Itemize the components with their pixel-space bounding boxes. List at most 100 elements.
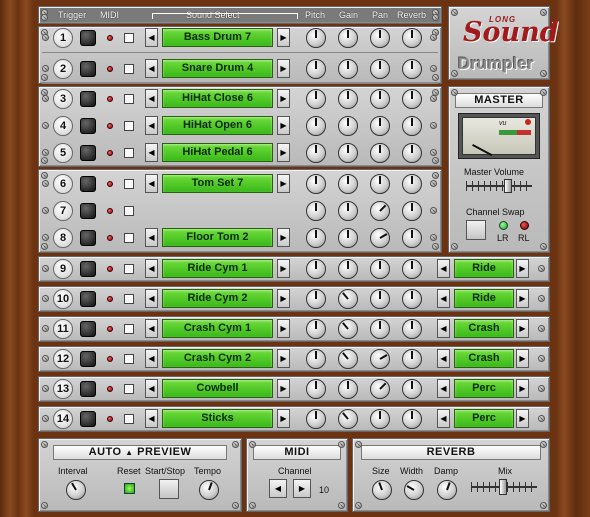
pan-knob[interactable] xyxy=(370,379,390,399)
pitch-knob[interactable] xyxy=(306,409,326,429)
pitch-knob[interactable] xyxy=(306,259,326,279)
sound-prev-button[interactable]: ◀ xyxy=(145,349,158,368)
pitch-knob[interactable] xyxy=(306,143,326,163)
gain-knob[interactable] xyxy=(338,349,358,369)
sound-prev-button[interactable]: ◀ xyxy=(145,143,158,162)
reverb-knob[interactable] xyxy=(402,201,422,221)
sound-prev-button[interactable]: ◀ xyxy=(145,289,158,308)
output-next-button[interactable]: ▶ xyxy=(516,289,529,308)
gain-knob[interactable] xyxy=(338,259,358,279)
midi-checkbox[interactable] xyxy=(124,64,134,74)
output-next-button[interactable]: ▶ xyxy=(516,349,529,368)
mix-slider[interactable] xyxy=(471,479,537,495)
trigger-button[interactable] xyxy=(80,351,96,367)
pan-knob[interactable] xyxy=(370,259,390,279)
sound-next-button[interactable]: ▶ xyxy=(277,116,290,135)
midi-checkbox[interactable] xyxy=(124,324,134,334)
sound-prev-button[interactable]: ◀ xyxy=(145,228,158,247)
gain-knob[interactable] xyxy=(338,28,358,48)
pan-knob[interactable] xyxy=(370,349,390,369)
output-prev-button[interactable]: ◀ xyxy=(437,349,450,368)
reverb-knob[interactable] xyxy=(402,379,422,399)
trigger-button[interactable] xyxy=(80,145,96,161)
output-prev-button[interactable]: ◀ xyxy=(437,379,450,398)
midi-checkbox[interactable] xyxy=(124,94,134,104)
mix-thumb[interactable] xyxy=(499,479,507,495)
pitch-knob[interactable] xyxy=(306,379,326,399)
output-prev-button[interactable]: ◀ xyxy=(437,319,450,338)
sound-next-button[interactable]: ▶ xyxy=(277,289,290,308)
pitch-knob[interactable] xyxy=(306,349,326,369)
trigger-button[interactable] xyxy=(80,203,96,219)
pitch-knob[interactable] xyxy=(306,201,326,221)
sound-next-button[interactable]: ▶ xyxy=(277,228,290,247)
pitch-knob[interactable] xyxy=(306,228,326,248)
gain-knob[interactable] xyxy=(338,409,358,429)
sound-next-button[interactable]: ▶ xyxy=(277,59,290,78)
sound-next-button[interactable]: ▶ xyxy=(277,409,290,428)
midi-checkbox[interactable] xyxy=(124,264,134,274)
gain-knob[interactable] xyxy=(338,174,358,194)
midi-checkbox[interactable] xyxy=(124,121,134,131)
pitch-knob[interactable] xyxy=(306,319,326,339)
trigger-button[interactable] xyxy=(80,291,96,307)
size-knob[interactable] xyxy=(372,480,392,500)
midi-checkbox[interactable] xyxy=(124,148,134,158)
midi-channel-right-button[interactable]: ▶ xyxy=(293,479,311,498)
trigger-button[interactable] xyxy=(80,381,96,397)
midi-checkbox[interactable] xyxy=(124,354,134,364)
trigger-button[interactable] xyxy=(80,230,96,246)
master-volume-slider[interactable] xyxy=(466,179,532,193)
reverb-knob[interactable] xyxy=(402,28,422,48)
gain-knob[interactable] xyxy=(338,89,358,109)
trigger-button[interactable] xyxy=(80,61,96,77)
sound-next-button[interactable]: ▶ xyxy=(277,319,290,338)
gain-knob[interactable] xyxy=(338,116,358,136)
pitch-knob[interactable] xyxy=(306,174,326,194)
pitch-knob[interactable] xyxy=(306,116,326,136)
trigger-button[interactable] xyxy=(80,176,96,192)
reverb-knob[interactable] xyxy=(402,319,422,339)
sound-next-button[interactable]: ▶ xyxy=(277,143,290,162)
sound-prev-button[interactable]: ◀ xyxy=(145,59,158,78)
sound-next-button[interactable]: ▶ xyxy=(277,174,290,193)
pan-knob[interactable] xyxy=(370,289,390,309)
reverb-knob[interactable] xyxy=(402,116,422,136)
midi-checkbox[interactable] xyxy=(124,179,134,189)
trigger-button[interactable] xyxy=(80,30,96,46)
pan-knob[interactable] xyxy=(370,116,390,136)
gain-knob[interactable] xyxy=(338,289,358,309)
width-knob[interactable] xyxy=(404,480,424,500)
pan-knob[interactable] xyxy=(370,174,390,194)
reverb-knob[interactable] xyxy=(402,143,422,163)
gain-knob[interactable] xyxy=(338,59,358,79)
reverb-knob[interactable] xyxy=(402,174,422,194)
pan-knob[interactable] xyxy=(370,28,390,48)
midi-channel-left-button[interactable]: ◀ xyxy=(269,479,287,498)
trigger-button[interactable] xyxy=(80,261,96,277)
reverb-knob[interactable] xyxy=(402,228,422,248)
midi-checkbox[interactable] xyxy=(124,414,134,424)
sound-next-button[interactable]: ▶ xyxy=(277,349,290,368)
midi-checkbox[interactable] xyxy=(124,294,134,304)
pitch-knob[interactable] xyxy=(306,59,326,79)
sound-next-button[interactable]: ▶ xyxy=(277,89,290,108)
output-prev-button[interactable]: ◀ xyxy=(437,289,450,308)
sound-prev-button[interactable]: ◀ xyxy=(145,259,158,278)
gain-knob[interactable] xyxy=(338,143,358,163)
midi-checkbox[interactable] xyxy=(124,384,134,394)
pan-knob[interactable] xyxy=(370,89,390,109)
sound-prev-button[interactable]: ◀ xyxy=(145,89,158,108)
midi-checkbox[interactable] xyxy=(124,33,134,43)
output-prev-button[interactable]: ◀ xyxy=(437,409,450,428)
reverb-knob[interactable] xyxy=(402,409,422,429)
master-volume-thumb[interactable] xyxy=(504,179,512,193)
output-prev-button[interactable]: ◀ xyxy=(437,259,450,278)
reverb-knob[interactable] xyxy=(402,59,422,79)
pan-knob[interactable] xyxy=(370,409,390,429)
sound-prev-button[interactable]: ◀ xyxy=(145,28,158,47)
sound-next-button[interactable]: ▶ xyxy=(277,379,290,398)
pan-knob[interactable] xyxy=(370,59,390,79)
gain-knob[interactable] xyxy=(338,228,358,248)
pan-knob[interactable] xyxy=(370,201,390,221)
